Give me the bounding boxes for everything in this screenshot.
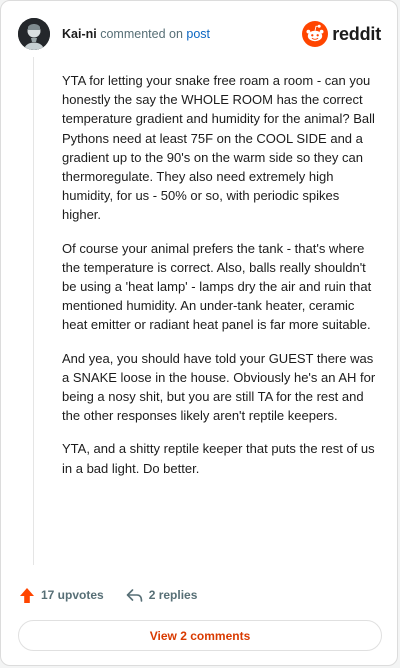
thread-line — [33, 57, 34, 565]
reddit-logo[interactable]: reddit — [302, 21, 381, 47]
comment-paragraph: And yea, you should have told your GUEST… — [62, 350, 376, 424]
comment-meta: Kai-ni commented on post — [62, 26, 210, 42]
replies-button[interactable]: 2 replies — [126, 588, 198, 603]
comment-card: Kai-ni commented on post reddit YTA for … — [0, 0, 398, 666]
view-comments-button[interactable]: View 2 comments — [18, 620, 382, 651]
post-link[interactable]: post — [186, 27, 210, 41]
replies-count: 2 replies — [148, 588, 198, 602]
comment-paragraph: YTA for letting your snake free roam a r… — [62, 73, 375, 223]
comment-paragraph: YTA, and a shitty reptile keeper that pu… — [62, 441, 375, 476]
comment-paragraph: Of course your animal prefers the tank -… — [62, 240, 372, 333]
commented-on-text: commented on — [100, 27, 183, 41]
reply-arrow-icon — [126, 588, 143, 602]
avatar-image — [18, 18, 50, 50]
upvote-button[interactable]: 17 upvotes — [19, 587, 104, 604]
comment-body: YTA for letting your snake free roam a r… — [62, 71, 380, 492]
comment-header: Kai-ni commented on post reddit — [18, 17, 381, 51]
username[interactable]: Kai-ni — [62, 27, 97, 41]
reddit-wordmark: reddit — [332, 23, 381, 44]
avatar[interactable] — [18, 18, 50, 50]
reddit-snoo-icon — [302, 21, 329, 47]
comment-actions: 17 upvotes 2 replies — [19, 585, 219, 605]
upvote-count: 17 upvotes — [41, 588, 104, 602]
upvote-arrow-icon — [20, 587, 34, 603]
